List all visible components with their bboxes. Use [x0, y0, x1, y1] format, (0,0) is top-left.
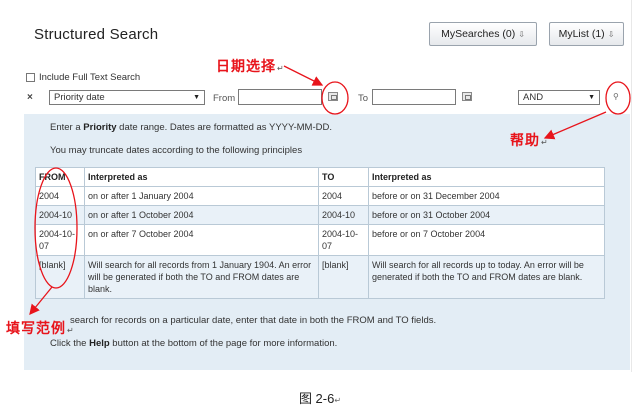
table-cell: [blank] — [318, 255, 369, 299]
table-cell: 2004 — [318, 186, 369, 206]
column-header: Interpreted as — [84, 167, 319, 187]
calendar-icon[interactable] — [328, 92, 338, 101]
help-panel: Enter a Priority date range. Dates are f… — [24, 114, 630, 370]
table-row: 2004-10-07 on or after 7 October 2004 20… — [35, 224, 605, 256]
table-cell: 2004-10 — [35, 205, 85, 225]
table-cell: before or on 31 October 2004 — [368, 205, 605, 225]
intro-text: Enter a Priority date range. Dates are f… — [50, 122, 332, 133]
operator-select[interactable]: AND ▼ — [518, 90, 600, 105]
table-cell: on or after 1 January 2004 — [84, 186, 319, 206]
table-cell: before or on 7 October 2004 — [368, 224, 605, 256]
calendar-icon[interactable] — [462, 92, 472, 101]
lightbulb-help-icon[interactable]: ⚲ — [613, 92, 623, 102]
table-cell: 2004 — [35, 186, 85, 206]
annotation-date-select: 日期选择↵ — [216, 59, 285, 75]
table-cell: [blank] — [35, 255, 85, 299]
my-searches-label: MySearches (0) — [441, 28, 516, 40]
truncate-text: You may truncate dates according to the … — [50, 145, 303, 156]
table-cell: on or after 7 October 2004 — [84, 224, 319, 256]
table-header-row: FROM Interpreted as TO Interpreted as — [35, 167, 605, 187]
table-cell: on or after 1 October 2004 — [84, 205, 319, 225]
table-row: 2004-10 on or after 1 October 2004 2004-… — [35, 205, 605, 225]
chevron-down-icon: ▼ — [193, 94, 200, 101]
table-cell: before or on 31 December 2004 — [368, 186, 605, 206]
page-title: Structured Search — [34, 26, 159, 43]
full-text-checkbox[interactable] — [26, 73, 35, 82]
field-select[interactable]: Priority date ▼ — [49, 90, 205, 105]
table-cell: 2004-10 — [318, 205, 369, 225]
to-label: To — [358, 93, 369, 104]
chevron-down-icon: ▼ — [588, 94, 595, 101]
table-cell: 2004-10-07 — [318, 224, 369, 256]
field-select-value: Priority date — [54, 92, 105, 103]
from-label: From — [213, 93, 236, 104]
help-note-text: Click the Help button at the bottom of t… — [50, 338, 338, 349]
annotation-help: 帮助↵ — [510, 133, 549, 149]
column-header: FROM — [35, 167, 85, 187]
my-list-button[interactable]: MyList (1) ⇩ — [549, 22, 624, 46]
operator-value: AND — [523, 92, 544, 103]
annotation-example: 填写范例↵ — [6, 321, 75, 337]
table-cell: Will search for all records from 1 Janua… — [84, 255, 319, 299]
figure-caption: 图 2-6↵ — [298, 391, 342, 406]
download-icon: ⇩ — [607, 29, 615, 39]
my-list-label: MyList (1) — [558, 28, 605, 40]
table-cell: 2004-10-07 — [35, 224, 85, 256]
full-text-option: Include Full Text Search — [26, 72, 140, 83]
remove-row-icon[interactable]: × — [27, 92, 33, 103]
particular-date-text: search for records on a particular date,… — [70, 315, 437, 326]
date-format-table: FROM Interpreted as TO Interpreted as 20… — [35, 167, 605, 299]
column-header: Interpreted as — [368, 167, 605, 187]
table-row: [blank] Will search for all records from… — [35, 255, 605, 299]
to-date-input[interactable] — [372, 89, 456, 105]
table-cell: Will search for all records up to today.… — [368, 255, 605, 299]
download-icon: ⇩ — [518, 29, 525, 39]
column-header: TO — [318, 167, 369, 187]
from-date-input[interactable] — [238, 89, 322, 105]
full-text-label: Include Full Text Search — [39, 72, 141, 83]
table-row: 2004 on or after 1 January 2004 2004 bef… — [35, 186, 605, 206]
my-searches-button[interactable]: MySearches (0) ⇩ — [429, 22, 537, 46]
